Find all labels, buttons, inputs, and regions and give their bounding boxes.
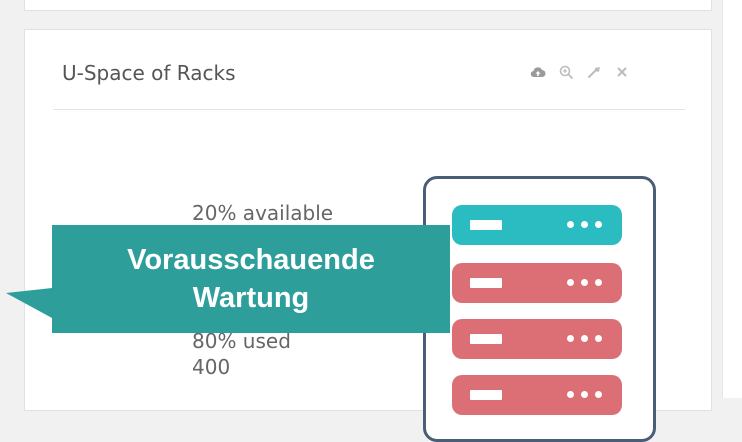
status-dots bbox=[567, 221, 602, 228]
previous-widget-card bbox=[24, 0, 712, 11]
rack-illustration bbox=[423, 176, 656, 442]
close-icon[interactable] bbox=[614, 64, 630, 80]
status-dots bbox=[567, 391, 602, 398]
drive-slot bbox=[470, 220, 502, 230]
callout-line-2: Wartung bbox=[192, 282, 310, 314]
wrench-icon[interactable] bbox=[586, 64, 602, 80]
drive-slot bbox=[470, 390, 502, 400]
total-units: 400 bbox=[192, 355, 231, 379]
widget-toolbar bbox=[530, 60, 630, 84]
drive-slot bbox=[470, 334, 502, 344]
zoom-icon[interactable] bbox=[558, 64, 574, 80]
available-percentage: 20% available bbox=[192, 201, 334, 225]
header-divider bbox=[53, 109, 685, 110]
rack-unit-used bbox=[452, 319, 622, 359]
widget-title: U-Space of Racks bbox=[62, 61, 236, 85]
callout-line-1: Vorausschauende bbox=[127, 244, 375, 276]
cloud-upload-icon[interactable] bbox=[530, 64, 546, 80]
annotation-callout: Vorausschauende Wartung bbox=[52, 225, 450, 333]
status-dots bbox=[567, 279, 602, 286]
rack-unit-used bbox=[452, 263, 622, 303]
rack-u-space-widget: U-Space of Racks 20% available 80% used … bbox=[24, 29, 712, 442]
widget-header: U-Space of Racks bbox=[25, 30, 711, 110]
drive-slot bbox=[470, 278, 502, 288]
callout-pointer bbox=[6, 288, 52, 318]
rack-unit-used bbox=[452, 375, 622, 415]
status-dots bbox=[567, 335, 602, 342]
rack-unit-available bbox=[452, 205, 622, 245]
adjacent-widget-card bbox=[722, 0, 742, 398]
